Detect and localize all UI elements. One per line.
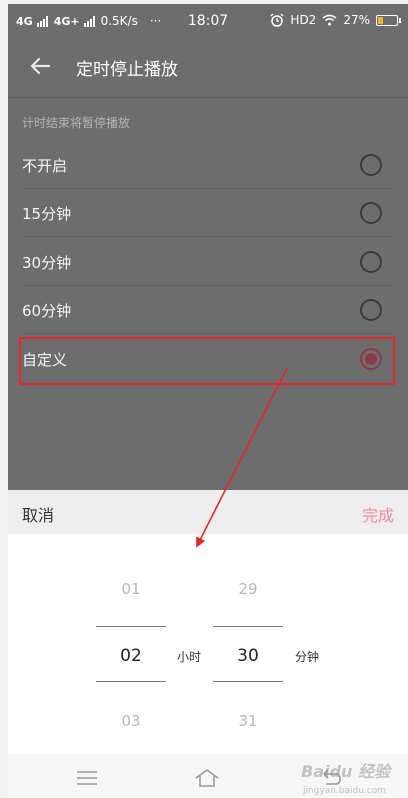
minute-selection-line: [213, 681, 283, 682]
divider: [8, 97, 408, 98]
back-arrow-icon[interactable]: [26, 52, 54, 80]
hour-prev[interactable]: 01: [96, 580, 166, 598]
option-15-min[interactable]: 15分钟: [8, 189, 408, 237]
option-label: 60分钟: [22, 302, 72, 320]
option-30-min[interactable]: 30分钟: [8, 238, 408, 286]
done-button[interactable]: 完成: [362, 502, 394, 526]
radio-button[interactable]: [360, 251, 382, 273]
option-60-min[interactable]: 60分钟: [8, 286, 408, 334]
radio-button[interactable]: [360, 154, 382, 176]
option-off[interactable]: 不开启: [8, 141, 408, 189]
divider: [22, 333, 394, 334]
alarm-icon: [270, 13, 284, 27]
minute-selected[interactable]: 30: [213, 646, 283, 666]
hd-indicator: HD2: [290, 13, 317, 27]
cancel-button[interactable]: 取消: [22, 502, 54, 526]
dimmed-overlay: 4G 4G+ 0.5K/s ··· 18:07 HD2 27% 定时停止播放 计…: [8, 4, 408, 490]
radio-button[interactable]: [360, 202, 382, 224]
hour-next[interactable]: 03: [96, 712, 166, 730]
menu-icon[interactable]: [74, 766, 100, 790]
status-bar: 4G 4G+ 0.5K/s ··· 18:07 HD2 27%: [8, 4, 408, 38]
title-bar: 定时停止播放: [8, 38, 408, 94]
minute-prev[interactable]: 29: [213, 580, 283, 598]
minute-next[interactable]: 31: [213, 712, 283, 730]
page-title: 定时停止播放: [76, 60, 178, 80]
status-right: HD2 27%: [270, 13, 401, 27]
battery-percent: 27%: [343, 13, 370, 27]
section-hint: 计时结束将暂停播放: [22, 116, 131, 130]
option-label: 不开启: [22, 157, 68, 175]
hour-selection-line: [96, 626, 166, 627]
divider: [22, 236, 394, 237]
minute-selection-line: [213, 626, 283, 627]
watermark-logo: Baidu 经验: [301, 762, 390, 781]
time-picker[interactable]: 01 02 03 小时 29 30 31 分钟: [8, 534, 408, 754]
battery-icon: [376, 14, 401, 26]
radio-button[interactable]: [360, 299, 382, 321]
option-label: 30分钟: [22, 254, 72, 272]
hour-selected[interactable]: 02: [96, 646, 166, 666]
battery-fill: [378, 16, 383, 24]
hour-selection-line: [96, 681, 166, 682]
wifi-icon: [322, 14, 337, 26]
option-label: 15分钟: [22, 205, 72, 223]
screen: 4G 4G+ 0.5K/s ··· 18:07 HD2 27% 定时停止播放 计…: [8, 4, 408, 798]
minute-unit-label: 分钟: [295, 650, 320, 664]
hour-unit-label: 小时: [177, 650, 202, 664]
home-icon[interactable]: [194, 766, 220, 790]
sheet-header: 取消 完成: [8, 490, 408, 534]
watermark-site: jingyan.baidu.com: [302, 786, 386, 796]
annotation-highlight-box: [19, 337, 395, 385]
